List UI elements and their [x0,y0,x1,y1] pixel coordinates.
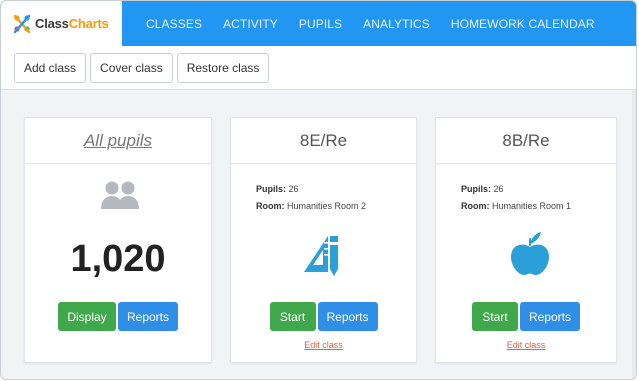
apple-icon [511,232,549,275]
class-title[interactable]: 8E/Re [231,118,416,164]
classcharts-logo[interactable]: ClassCharts [1,1,122,46]
top-navigation-bar: ClassCharts CLASSES ACTIVITY PUPILS ANAL… [1,1,636,46]
app-window: ClassCharts CLASSES ACTIVITY PUPILS ANAL… [0,0,637,380]
room-value: Humanities Room 2 [287,201,367,211]
class-card-8e-re: 8E/Re Pupils: 26 Room: Humanities Room 2… [230,117,417,363]
logo-icon [13,14,31,33]
edit-class-link[interactable]: Edit class [436,340,616,350]
restore-class-button[interactable]: Restore class [176,52,270,83]
main-nav: CLASSES ACTIVITY PUPILS ANALYTICS HOMEWO… [146,17,616,31]
room-label: Room: [461,201,490,211]
pupils-value: 26 [493,184,504,194]
logo-text: ClassCharts [35,16,109,31]
nav-item-analytics[interactable]: ANALYTICS [363,17,430,31]
pupils-label: Pupils: [256,184,287,194]
room-value: Humanities Room 1 [492,201,572,211]
start-button[interactable]: Start [269,302,316,331]
start-button[interactable]: Start [472,302,518,331]
class-info: Pupils: 26 Room: Humanities Room 1 [461,181,571,215]
room-label: Room: [256,201,285,211]
ruler-pencil-icon [304,236,338,276]
class-toolbar: Add class Cover class Restore class [1,46,636,90]
class-title[interactable]: 8B/Re [436,118,616,164]
nav-item-homework-calendar[interactable]: HOMEWORK CALENDAR [451,17,595,31]
reports-button[interactable]: Reports [520,302,580,331]
edit-class-link[interactable]: Edit class [231,340,416,350]
reports-button[interactable]: Reports [118,302,178,331]
class-info: Pupils: 26 Room: Humanities Room 2 [256,181,366,215]
pupils-label: Pupils: [461,184,492,194]
nav-item-classes[interactable]: CLASSES [146,17,202,31]
class-card-8b-re: 8B/Re Pupils: 26 Room: Humanities Room 1… [435,117,617,363]
display-button[interactable]: Display [58,302,116,331]
page-scrollbar[interactable] [632,90,636,379]
nav-item-activity[interactable]: ACTIVITY [223,17,278,31]
nav-item-pupils[interactable]: PUPILS [299,17,342,31]
add-class-button[interactable]: Add class [14,52,87,83]
class-actions: Start Reports [436,302,616,331]
class-actions: Start Reports [231,302,416,331]
users-icon [101,181,139,209]
pupils-value: 26 [288,184,299,194]
reports-button[interactable]: Reports [317,302,378,331]
all-pupils-card: All pupils 1,020 Display Reports [24,117,212,363]
pupil-count: 1,020 [70,238,166,280]
all-pupils-actions: Display Reports [25,302,211,331]
cover-class-button[interactable]: Cover class [90,52,173,83]
all-pupils-link[interactable]: All pupils [25,118,211,164]
